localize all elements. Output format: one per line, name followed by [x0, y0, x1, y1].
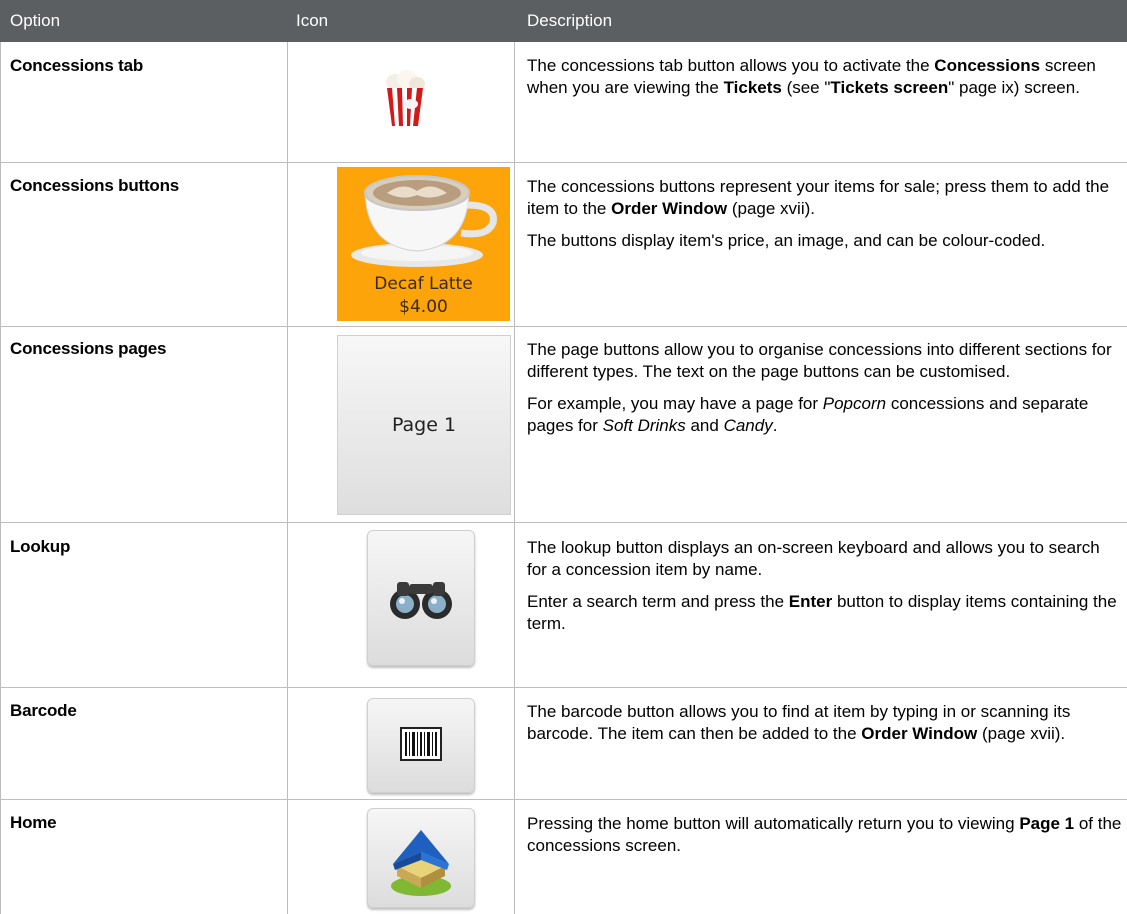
lookup-button-image	[367, 530, 475, 666]
binoculars-icon	[390, 582, 452, 619]
option-lookup: Lookup	[10, 537, 71, 556]
description-concessions-buttons: The concessions buttons represent your i…	[527, 177, 1110, 250]
barcode-icon	[400, 727, 442, 761]
table-header: Option Icon Description	[0, 0, 1127, 42]
option-home: Home	[10, 813, 57, 832]
grid-line	[287, 42, 288, 914]
option-concessions-tab: Concessions tab	[10, 56, 144, 75]
home-icon	[391, 830, 451, 896]
coffee-cup-icon	[351, 175, 497, 267]
page-button: Page 1	[337, 335, 511, 515]
option-barcode: Barcode	[10, 701, 77, 720]
decaf-latte-button: Decaf Latte $4.00	[337, 167, 510, 321]
option-concessions-pages: Concessions pages	[10, 339, 167, 358]
description-concessions-pages: The page buttons allow you to organise c…	[527, 340, 1112, 435]
header-option: Option	[10, 11, 61, 30]
description-lookup: The lookup button displays an on-screen …	[527, 538, 1117, 633]
home-button-image	[367, 808, 475, 908]
row-separator	[0, 799, 1127, 800]
row-separator	[0, 687, 1127, 688]
row-separator	[0, 162, 1127, 163]
grid-line	[0, 42, 1, 914]
description-home: Pressing the home button will automatica…	[527, 814, 1122, 855]
option-concessions-buttons: Concessions buttons	[10, 176, 180, 195]
grid-line	[514, 42, 515, 914]
header-icon: Icon	[296, 11, 329, 30]
popcorn-icon	[373, 66, 433, 130]
description-concessions-tab: The concessions tab button allows you to…	[527, 56, 1096, 97]
latte-label: Decaf Latte	[374, 274, 473, 294]
page-button-label: Page 1	[391, 414, 457, 436]
header-description: Description	[527, 11, 613, 30]
row-separator	[0, 326, 1127, 327]
barcode-button-image	[367, 698, 475, 793]
description-barcode: The barcode button allows you to find at…	[527, 702, 1071, 743]
row-separator	[0, 522, 1127, 523]
latte-price: $4.00	[399, 297, 448, 317]
